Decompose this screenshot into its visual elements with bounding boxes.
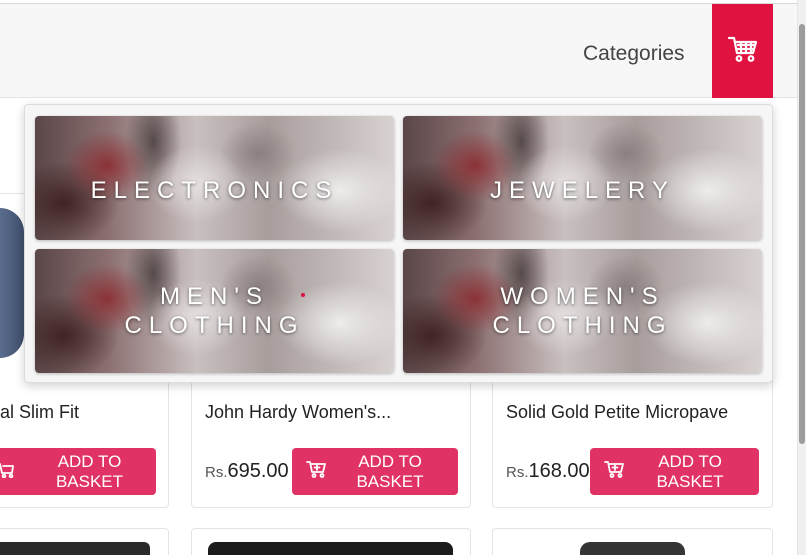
price-value: 695.00 bbox=[227, 460, 289, 482]
add-to-basket-label: ADD TO BASKET bbox=[356, 451, 424, 491]
site-header: Categories bbox=[0, 4, 797, 98]
add-to-basket-button[interactable]: ADD TO BASKET bbox=[590, 448, 759, 495]
category-label: CLOTHING bbox=[124, 312, 305, 339]
price-currency: Rs. bbox=[205, 464, 228, 481]
cart-button[interactable] bbox=[712, 4, 773, 98]
add-cart-icon bbox=[0, 460, 14, 483]
product-price: Rs.695.00 bbox=[205, 460, 289, 483]
page-scrollbar[interactable] bbox=[797, 0, 806, 555]
category-label: JEWELERY bbox=[490, 177, 675, 204]
scrollbar-thumb[interactable] bbox=[799, 24, 805, 444]
product-image bbox=[0, 542, 150, 555]
category-label: ELECTRONICS bbox=[90, 177, 339, 204]
category-label: WOMEN'S bbox=[500, 283, 665, 310]
categories-link[interactable]: Categories bbox=[583, 42, 685, 66]
category-label: CLOTHING bbox=[492, 312, 673, 339]
categories-dropdown: ELECTRONICS JEWELERY MEN'S CLOTHING WOME… bbox=[24, 104, 773, 383]
product-name[interactable]: al Slim Fit bbox=[0, 402, 79, 423]
product-price: Rs.168.00 bbox=[506, 460, 590, 483]
product-name[interactable]: Solid Gold Petite Micropave bbox=[506, 402, 728, 423]
product-image bbox=[208, 542, 453, 555]
add-cart-icon bbox=[306, 460, 326, 483]
product-image bbox=[0, 208, 24, 358]
add-cart-icon bbox=[604, 460, 624, 483]
category-tile-womens-clothing[interactable]: WOMEN'S CLOTHING bbox=[403, 249, 762, 373]
add-to-basket-label: ADD TO BASKET bbox=[55, 451, 124, 491]
product-image bbox=[580, 542, 685, 555]
category-tile-jewelery[interactable]: JEWELERY bbox=[403, 116, 762, 240]
category-label: MEN'S bbox=[160, 283, 269, 310]
add-to-basket-label: ADD TO BASKET bbox=[656, 451, 724, 491]
shopping-cart-icon bbox=[727, 35, 758, 68]
price-currency: Rs. bbox=[506, 464, 529, 481]
add-to-basket-button[interactable]: ADD TO BASKET bbox=[292, 448, 458, 495]
category-tile-mens-clothing[interactable]: MEN'S CLOTHING bbox=[35, 249, 394, 373]
add-to-basket-button[interactable]: ADD TO BASKET bbox=[0, 448, 156, 495]
product-name[interactable]: John Hardy Women's... bbox=[205, 402, 391, 423]
category-tile-electronics[interactable]: ELECTRONICS bbox=[35, 116, 394, 240]
cursor-dot bbox=[301, 293, 305, 297]
price-value: 168.00 bbox=[528, 460, 590, 482]
